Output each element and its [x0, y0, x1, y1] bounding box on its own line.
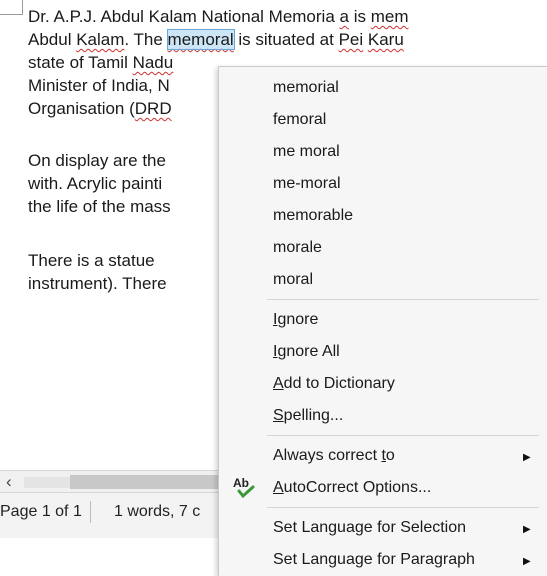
text-run[interactable]: Abdul [28, 30, 76, 49]
text-run[interactable]: Organisation ( [28, 99, 135, 118]
document-line-8[interactable]: the life of the mass [28, 196, 171, 218]
document-line-9[interactable]: There is a statue [28, 250, 155, 272]
scroll-thumb[interactable] [70, 475, 220, 489]
menu-separator [267, 435, 539, 436]
always-correct-to-item[interactable]: Always correct to [273, 446, 395, 466]
submenu-arrow-icon: ▶ [523, 556, 531, 567]
misspelled-word[interactable]: Nadu [133, 53, 174, 72]
menu-separator [267, 299, 539, 300]
text-run[interactable]: state of Tamil [28, 53, 133, 72]
status-page-count[interactable]: Page 1 of 1 [0, 501, 91, 523]
suggestion-memorable[interactable]: memorable [273, 206, 353, 226]
document-line-3[interactable]: state of Tamil Nadu [28, 52, 173, 74]
selected-misspelled-word[interactable]: memoral [166, 29, 235, 50]
suggestion-memorial[interactable]: memorial [273, 78, 339, 98]
add-to-dictionary-item[interactable]: Add to Dictionary [273, 374, 395, 394]
autocorrect-options-item[interactable]: AutoCorrect Options... [273, 478, 431, 498]
misspelled-word[interactable]: a [340, 7, 349, 26]
misspelled-word[interactable]: DRD [135, 99, 172, 118]
spellcheck-context-menu: memorial femoral me moral me-moral memor… [218, 66, 547, 576]
document-line-5[interactable]: Organisation (DRD [28, 98, 172, 120]
set-language-selection-item[interactable]: Set Language for Selection [273, 518, 466, 538]
text-run[interactable]: is [349, 7, 371, 26]
document-line-10[interactable]: instrument). There [28, 273, 167, 295]
ignore-item[interactable]: Ignore [273, 310, 318, 330]
suggestion-moral[interactable]: moral [273, 270, 313, 290]
suggestion-morale[interactable]: morale [273, 238, 322, 258]
document-line-1[interactable]: Dr. A.P.J. Abdul Kalam National Memoria … [28, 6, 409, 28]
status-word-count[interactable]: 1 words, 7 c [114, 501, 200, 523]
text-run[interactable]: Minister of India, N [28, 76, 170, 95]
misspelled-word[interactable]: mem [371, 7, 409, 26]
set-language-paragraph-item[interactable]: Set Language for Paragraph [273, 550, 475, 570]
menu-icon-gutter [219, 67, 263, 576]
misspelled-word[interactable]: Karu [368, 30, 404, 49]
text-run[interactable]: . The [124, 30, 167, 49]
text-run[interactable]: There is a statue [28, 251, 155, 270]
scroll-left-icon[interactable]: ‹ [6, 472, 12, 492]
document-line-7[interactable]: with. Acrylic painti [28, 173, 162, 195]
spelling-check-icon: Ab [233, 476, 255, 499]
suggestion-me-moral-hyphen[interactable]: me-moral [273, 174, 341, 194]
suggestion-me-moral-space[interactable]: me moral [273, 142, 340, 162]
misspelled-word[interactable]: Kalam [76, 30, 124, 49]
document-line-6[interactable]: On display are the [28, 150, 166, 172]
text-run[interactable]: the life of the mass [28, 197, 171, 216]
document-line-4[interactable]: Minister of India, N [28, 75, 170, 97]
document-line-2[interactable]: Abdul Kalam. The memoral is situated at … [28, 29, 404, 51]
misspelled-word[interactable]: Pei [339, 30, 364, 49]
svg-text:Ab: Ab [233, 476, 249, 490]
submenu-arrow-icon: ▶ [523, 524, 531, 535]
suggestion-femoral[interactable]: femoral [273, 110, 326, 130]
spelling-item[interactable]: Spelling... [273, 406, 343, 426]
text-run[interactable]: is situated at [234, 30, 339, 49]
ignore-all-item[interactable]: Ignore All [273, 342, 340, 362]
text-run[interactable]: Dr. A.P.J. Abdul Kalam National Memoria [28, 7, 340, 26]
text-run[interactable]: instrument). There [28, 274, 167, 293]
text-run[interactable]: with. Acrylic painti [28, 174, 162, 193]
submenu-arrow-icon: ▶ [523, 452, 531, 463]
menu-separator [267, 507, 539, 508]
text-run[interactable]: On display are the [28, 151, 166, 170]
page-corner-mark [0, 0, 23, 15]
